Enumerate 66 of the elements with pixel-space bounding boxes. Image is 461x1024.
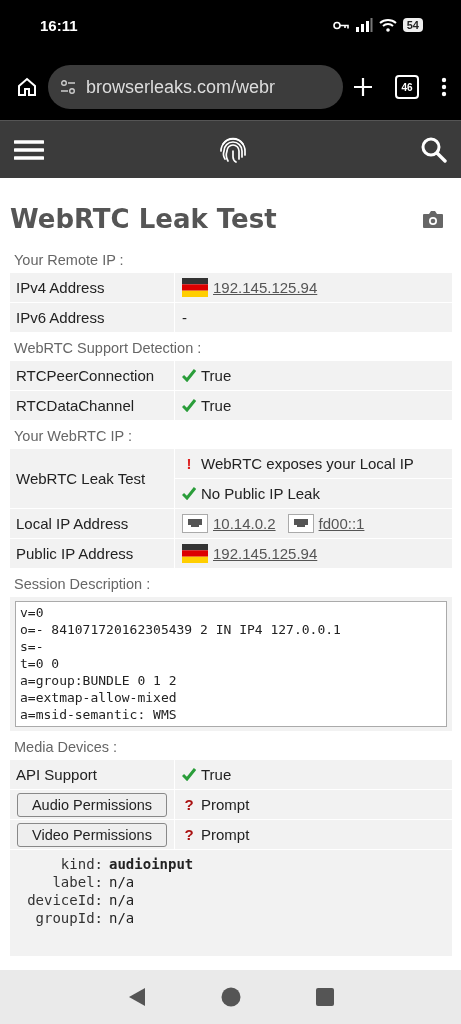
device-field-value: n/a bbox=[109, 874, 135, 890]
menu-icon[interactable] bbox=[441, 77, 447, 97]
section-heading: Your Remote IP : bbox=[13, 251, 125, 270]
checkmark-icon bbox=[182, 768, 196, 781]
device-field-key: label: bbox=[10, 874, 103, 890]
section-heading: Session Description : bbox=[13, 575, 152, 594]
value-text: True bbox=[201, 766, 232, 783]
page-title: WebRTC Leak Test bbox=[10, 204, 277, 234]
device-field-key: groupId: bbox=[10, 910, 103, 926]
battery-indicator: 54 bbox=[402, 18, 423, 32]
address-bar[interactable]: browserleaks.com/webr bbox=[48, 65, 343, 109]
value-text: Prompt bbox=[201, 796, 250, 813]
device-field-value: audioinput bbox=[109, 856, 194, 872]
ip-link[interactable]: fd00::1 bbox=[318, 515, 365, 532]
session-description-field[interactable]: v=0 o=- 841071720162305439 2 IN IP4 127.0.0.1 s=- t=0 0 a=group:BUNDLE 0 1 2 a=extmap-allow-mixed a=msid-semantic: WMS bbox=[15, 601, 447, 727]
row-label: RTCPeerConnection bbox=[10, 361, 175, 390]
section-heading: WebRTC Support Detection : bbox=[13, 339, 203, 358]
checkmark-icon bbox=[182, 487, 196, 500]
network-port-icon bbox=[182, 514, 208, 533]
device-field-key: kind: bbox=[10, 856, 103, 872]
row-label: RTCDataChannel bbox=[10, 391, 175, 420]
question-mark: ? bbox=[183, 796, 195, 813]
network-port-icon bbox=[287, 514, 314, 533]
row-label: WebRTC Leak Test bbox=[10, 449, 175, 508]
wifi-icon bbox=[378, 18, 397, 32]
key-icon bbox=[332, 20, 349, 30]
permission-button[interactable]: Video Permissions bbox=[17, 822, 167, 847]
url-text: browserleaks.com/webr bbox=[86, 76, 276, 98]
row-label: Public IP Address bbox=[10, 539, 175, 568]
alert-mark: ! bbox=[185, 455, 193, 472]
value-text: Prompt bbox=[201, 826, 250, 843]
search-icon[interactable] bbox=[421, 136, 447, 163]
flag-icon bbox=[182, 278, 208, 297]
ip-link[interactable]: 10.14.0.2 bbox=[213, 515, 276, 532]
new-tab-icon[interactable] bbox=[353, 77, 373, 97]
section-heading: Media Devices : bbox=[13, 738, 119, 757]
row-label: IPv4 Address bbox=[10, 273, 175, 302]
value-text: No Public IP Leak bbox=[201, 485, 320, 502]
ip-link[interactable]: 192.145.125.94 bbox=[213, 545, 318, 562]
home-icon[interactable] bbox=[16, 76, 38, 98]
signal-icon bbox=[354, 18, 373, 32]
home-button-icon[interactable] bbox=[220, 987, 241, 1007]
device-field-value: n/a bbox=[109, 892, 135, 908]
clock: 16:11 bbox=[40, 16, 78, 34]
menu-icon[interactable] bbox=[14, 138, 44, 161]
checkmark-icon bbox=[182, 369, 196, 382]
flag-icon bbox=[182, 544, 208, 563]
checkmark-icon bbox=[182, 399, 196, 412]
permission-button[interactable]: Audio Permissions bbox=[17, 792, 167, 817]
device-field-value: n/a bbox=[109, 910, 135, 926]
value-text: True bbox=[201, 367, 232, 384]
device-field-key: deviceId: bbox=[10, 892, 103, 908]
question-mark: ? bbox=[183, 826, 195, 843]
recents-icon[interactable] bbox=[315, 988, 334, 1006]
ip-link[interactable]: 192.145.125.94 bbox=[213, 279, 318, 296]
value-text: - bbox=[182, 309, 187, 326]
section-heading: Your WebRTC IP : bbox=[13, 427, 133, 446]
value-text: True bbox=[201, 397, 232, 414]
site-settings-icon bbox=[60, 80, 76, 94]
back-icon[interactable] bbox=[127, 987, 146, 1007]
row-label: Local IP Address bbox=[10, 509, 175, 538]
value-text: WebRTC exposes your Local IP bbox=[201, 455, 414, 472]
row-label: API Support bbox=[10, 760, 175, 789]
row-label: IPv6 Address bbox=[10, 303, 175, 332]
camera-icon[interactable] bbox=[422, 209, 444, 229]
tab-count[interactable]: 46 bbox=[395, 75, 419, 99]
